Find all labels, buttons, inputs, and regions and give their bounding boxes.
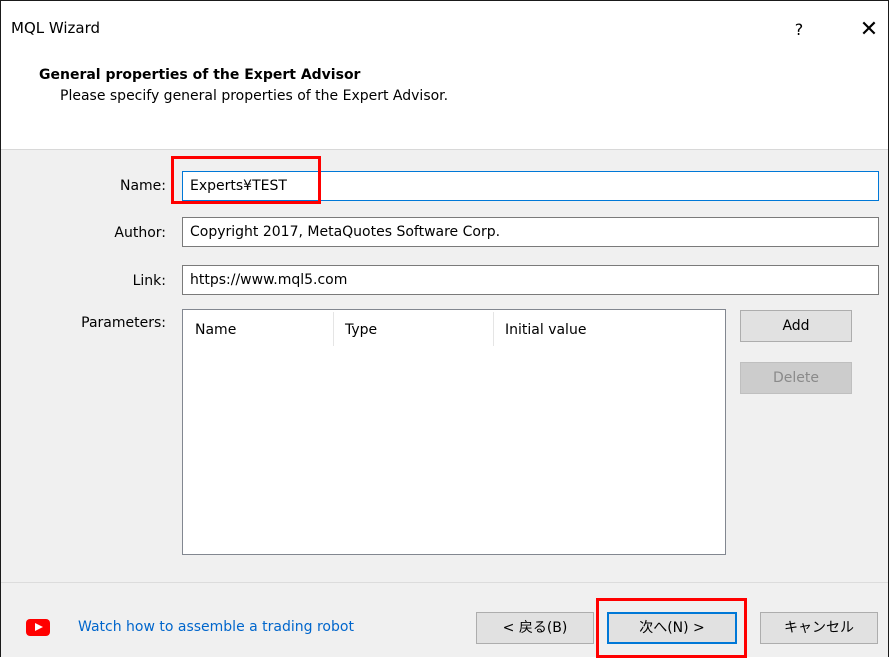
link-label: Link: [132, 273, 166, 289]
link-input[interactable] [182, 265, 879, 295]
author-label: Author: [114, 225, 166, 241]
help-button[interactable]: ? [784, 16, 814, 44]
wizard-header: General properties of the Expert Advisor… [1, 45, 888, 150]
parameters-table[interactable]: Name Type Initial value [182, 309, 726, 555]
parameters-label: Parameters: [81, 315, 166, 331]
column-header-type[interactable]: Type [333, 310, 493, 350]
column-header-name[interactable]: Name [183, 310, 333, 350]
delete-button[interactable]: Delete [740, 362, 852, 394]
author-input[interactable] [182, 217, 879, 247]
form-area: Name: Author: Link: Parameters: Name Typ… [1, 150, 888, 582]
youtube-icon[interactable] [26, 619, 50, 636]
window-title: MQL Wizard [11, 19, 101, 37]
close-icon[interactable]: ✕ [854, 16, 884, 44]
name-input[interactable] [182, 171, 879, 201]
mql-wizard-dialog: MQL Wizard ? ✕ General properties of the… [0, 0, 889, 658]
header-title: General properties of the Expert Advisor [39, 67, 361, 83]
video-tutorial-link[interactable]: Watch how to assemble a trading robot [78, 619, 354, 635]
column-header-initial-value[interactable]: Initial value [493, 310, 723, 350]
footer: Watch how to assemble a trading robot < … [1, 582, 888, 657]
cancel-button[interactable]: キャンセル [760, 612, 878, 644]
next-button[interactable]: 次へ(N) > [607, 612, 737, 644]
header-subtitle: Please specify general properties of the… [60, 88, 449, 104]
title-bar: MQL Wizard ? ✕ [1, 1, 888, 45]
name-label: Name: [119, 178, 166, 194]
add-button[interactable]: Add [740, 310, 852, 342]
back-button[interactable]: < 戻る(B) [476, 612, 594, 644]
